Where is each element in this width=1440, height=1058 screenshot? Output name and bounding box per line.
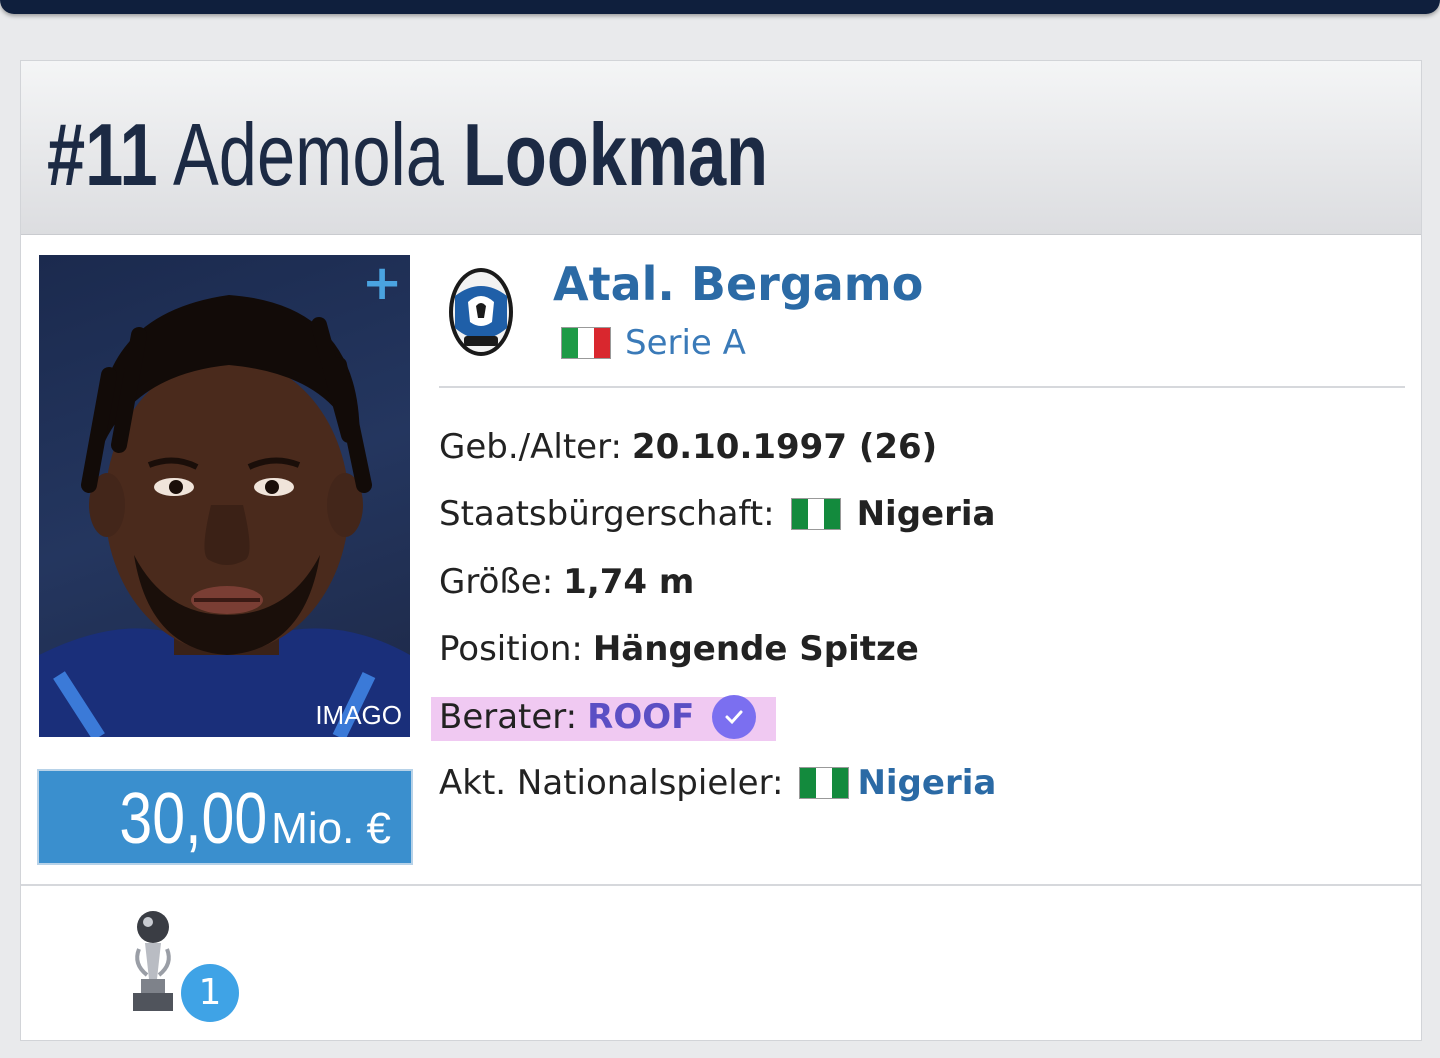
national-team-link[interactable]: Nigeria bbox=[857, 763, 996, 803]
player-title: #11 Ademola Lookman bbox=[47, 105, 768, 205]
trophy-icon[interactable] bbox=[127, 909, 179, 1017]
height-row: Größe: 1,74 m bbox=[439, 558, 694, 606]
citizenship-label: Staatsbürgerschaft: bbox=[439, 494, 775, 534]
player-first-name: Ademola bbox=[173, 105, 444, 204]
market-value-amount: 30,00 bbox=[118, 779, 267, 859]
top-bar bbox=[0, 0, 1440, 14]
position-row: Position: Hängende Spitze bbox=[439, 625, 919, 673]
player-portrait-illustration bbox=[39, 295, 410, 737]
league-link[interactable]: Serie A bbox=[561, 323, 746, 363]
player-photo[interactable]: + IMAGO bbox=[39, 255, 410, 737]
national-player-label: Akt. Nationalspieler: bbox=[439, 763, 784, 803]
market-value-unit: Mio. € bbox=[271, 804, 391, 853]
verified-icon bbox=[712, 695, 757, 739]
citizenship-value: Nigeria bbox=[856, 494, 996, 534]
position-label: Position: bbox=[439, 629, 583, 669]
height-label: Größe: bbox=[439, 562, 554, 602]
divider bbox=[21, 884, 1421, 886]
photo-credit: IMAGO bbox=[315, 700, 402, 730]
national-player-row: Akt. Nationalspieler: Nigeria bbox=[439, 759, 996, 807]
citizenship-row: Staatsbürgerschaft: Nigeria bbox=[439, 490, 995, 538]
nigeria-flag-icon bbox=[799, 767, 850, 799]
player-header-card: #11 Ademola Lookman + IMAGO 30,00 Mio. €… bbox=[20, 60, 1422, 1041]
agent-row: Berater: ROOF bbox=[439, 693, 757, 741]
birth-row: Geb./Alter: 20.10.1997 (26) bbox=[439, 423, 937, 471]
club-name-link[interactable]: Atal. Bergamo bbox=[553, 257, 923, 311]
birth-value: 20.10.1997 (26) bbox=[631, 427, 938, 467]
trophy-count-badge: 1 bbox=[181, 964, 239, 1022]
italy-flag-icon bbox=[561, 327, 611, 359]
height-value: 1,74 m bbox=[563, 562, 695, 602]
agent-link[interactable]: ROOF bbox=[587, 697, 694, 737]
divider bbox=[439, 386, 1405, 388]
position-value: Hängende Spitze bbox=[592, 629, 919, 669]
player-title-bar: #11 Ademola Lookman bbox=[21, 61, 1421, 235]
league-name: Serie A bbox=[625, 323, 746, 363]
club-crest-icon[interactable] bbox=[446, 266, 516, 358]
nigeria-flag-icon bbox=[790, 498, 841, 530]
birth-label: Geb./Alter: bbox=[439, 427, 622, 467]
shirt-number: #11 bbox=[47, 105, 158, 204]
agent-label: Berater: bbox=[439, 697, 578, 737]
player-last-name: Lookman bbox=[463, 105, 769, 204]
plus-icon[interactable]: + bbox=[362, 259, 402, 307]
market-value-box[interactable]: 30,00 Mio. € bbox=[37, 769, 413, 865]
